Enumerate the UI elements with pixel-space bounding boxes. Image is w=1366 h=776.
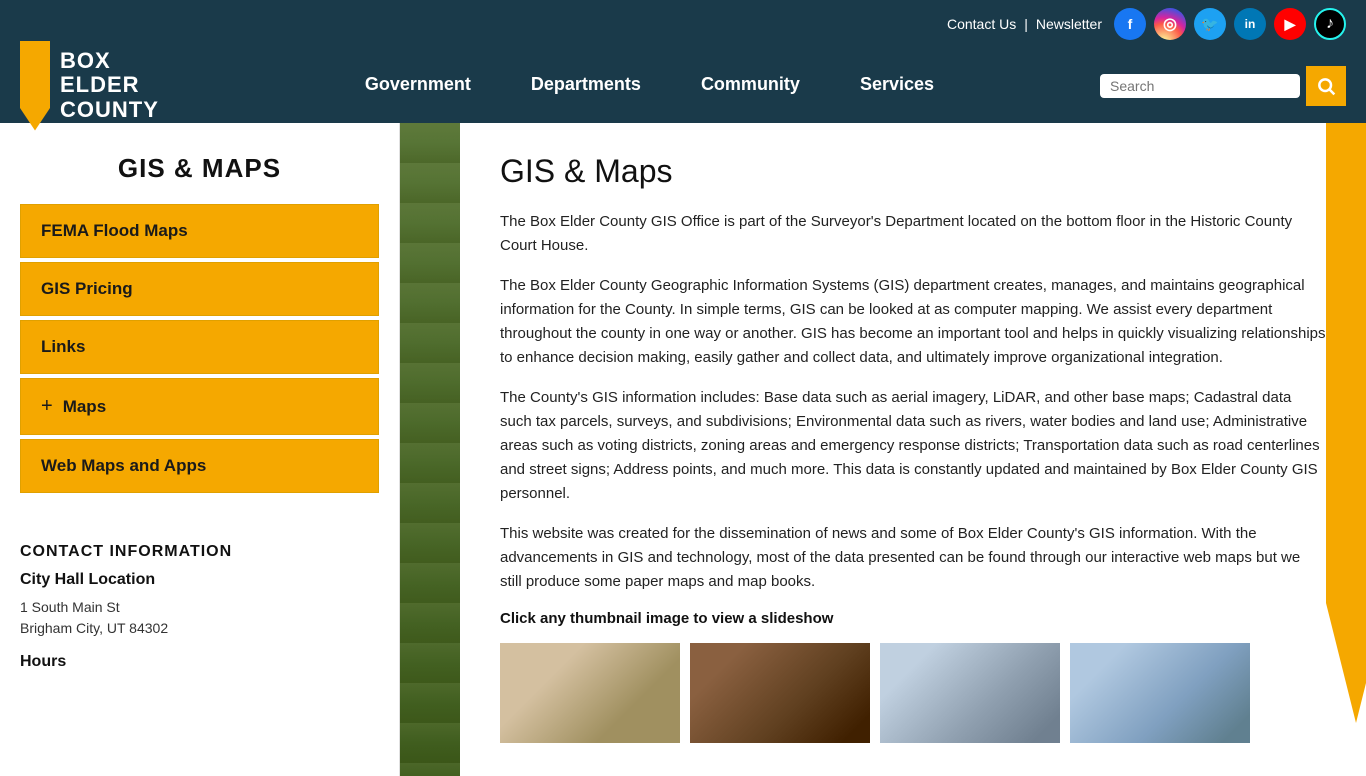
sidebar-item-web-maps-apps[interactable]: Web Maps and Apps	[20, 439, 379, 493]
nav-community[interactable]: Community	[671, 48, 830, 123]
hours-title: Hours	[20, 653, 379, 671]
sidebar-item-fema-flood-maps[interactable]: FEMA Flood Maps	[20, 204, 379, 258]
header-top-links: Contact Us | Newsletter	[947, 16, 1102, 32]
thumbnail-1[interactable]	[500, 643, 680, 743]
page-title: GIS & Maps	[500, 153, 1326, 190]
search-button[interactable]	[1306, 66, 1346, 106]
sidebar-item-label: Links	[41, 337, 85, 357]
thumbnail-4[interactable]	[1070, 643, 1250, 743]
sidebar-title: GIS & MAPS	[20, 143, 379, 204]
thumbnail-3[interactable]	[880, 643, 1060, 743]
tiktok-icon[interactable]: ♪	[1314, 8, 1346, 40]
header-top-bar: Contact Us | Newsletter f ◎ 🐦 in ▶ ♪	[0, 0, 1366, 48]
nav-items: Government Departments Community Service…	[199, 48, 1100, 123]
contact-address: 1 South Main St Brigham City, UT 84302	[20, 597, 379, 639]
nav-government[interactable]: Government	[335, 48, 501, 123]
twitter-icon[interactable]: 🐦	[1194, 8, 1226, 40]
linkedin-icon[interactable]: in	[1234, 8, 1266, 40]
nav-departments[interactable]: Departments	[501, 48, 671, 123]
sidebar-item-links[interactable]: Links	[20, 320, 379, 374]
sidebar-menu: FEMA Flood Maps GIS Pricing Links + Maps…	[20, 204, 379, 493]
contact-section: CONTACT INFORMATION City Hall Location 1…	[20, 523, 379, 671]
search-input[interactable]	[1110, 78, 1270, 94]
thumbnail-label: Click any thumbnail image to view a slid…	[500, 610, 1326, 627]
content-paragraph-1: The Box Elder County GIS Office is part …	[500, 210, 1326, 258]
content-paragraph-4: This website was created for the dissemi…	[500, 522, 1326, 594]
main-content: GIS & Maps The Box Elder County GIS Offi…	[460, 123, 1366, 776]
nav-services[interactable]: Services	[830, 48, 964, 123]
logo-text: BOX ELDER COUNTY	[60, 49, 159, 122]
yellow-accent-decoration	[1326, 123, 1366, 723]
logo-icon	[20, 41, 50, 131]
divider: |	[1024, 16, 1028, 32]
youtube-icon[interactable]: ▶	[1274, 8, 1306, 40]
header-nav: BOX ELDER COUNTY Government Departments …	[0, 48, 1366, 123]
sidebar-item-label: Web Maps and Apps	[41, 456, 206, 476]
sidebar-item-label: FEMA Flood Maps	[41, 221, 188, 241]
content-paragraph-2: The Box Elder County Geographic Informat…	[500, 274, 1326, 370]
contact-us-link[interactable]: Contact Us	[947, 16, 1016, 32]
newsletter-link[interactable]: Newsletter	[1036, 16, 1102, 32]
contact-title: CONTACT INFORMATION	[20, 543, 379, 561]
contact-location-title: City Hall Location	[20, 571, 379, 589]
sidebar-item-label: GIS Pricing	[41, 279, 133, 299]
sidebar-item-gis-pricing[interactable]: GIS Pricing	[20, 262, 379, 316]
search-area	[1100, 74, 1300, 98]
expand-icon: +	[41, 395, 53, 418]
content-wrapper: GIS & MAPS FEMA Flood Maps GIS Pricing L…	[0, 123, 1366, 776]
content-paragraph-3: The County's GIS information includes: B…	[500, 386, 1326, 506]
social-icons: f ◎ 🐦 in ▶ ♪	[1114, 8, 1346, 40]
sidebar: GIS & MAPS FEMA Flood Maps GIS Pricing L…	[0, 123, 400, 776]
logo[interactable]: BOX ELDER COUNTY	[20, 41, 159, 131]
sidebar-item-maps[interactable]: + Maps	[20, 378, 379, 435]
sidebar-item-label: Maps	[63, 397, 106, 417]
instagram-icon[interactable]: ◎	[1154, 8, 1186, 40]
thumbnail-row	[500, 643, 1326, 743]
thumbnail-2[interactable]	[690, 643, 870, 743]
facebook-icon[interactable]: f	[1114, 8, 1146, 40]
background-image-strip	[400, 123, 460, 776]
